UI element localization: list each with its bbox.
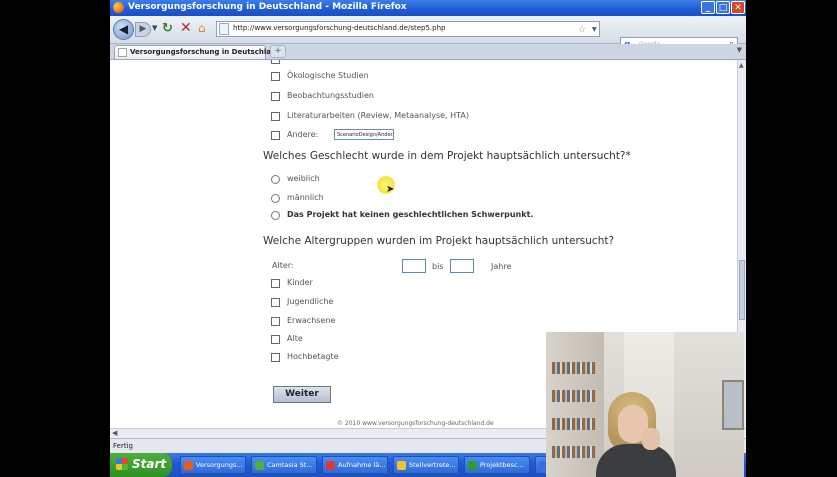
windows-flag-icon [116, 458, 128, 470]
age-bis-label: bis [432, 262, 444, 271]
back-button[interactable]: ◀ [113, 19, 134, 40]
window-title: Versorgungsforschung in Deutschland - Mo… [128, 2, 407, 12]
checkbox-label: Andere: [287, 130, 319, 139]
firefox-icon [113, 2, 124, 13]
person-hand [642, 428, 660, 450]
taskbar-item-label: Projektbesc... [480, 461, 524, 469]
taskbar-item-camtasia[interactable]: Camtasia St... [251, 456, 317, 474]
address-url: http://www.versorgungsforschung-deutschl… [233, 24, 446, 32]
taskbar-item-label: Stellvertrete... [409, 461, 456, 469]
tab-versorgungsforschung[interactable]: Versorgungsforschung in Deutschland [114, 45, 281, 59]
checkbox-beobachtungsstudien[interactable] [271, 92, 280, 101]
home-icon[interactable]: ⌂ [198, 21, 206, 35]
scroll-thumb[interactable] [739, 260, 745, 320]
radio-maennlich[interactable] [271, 194, 280, 203]
scroll-up-icon[interactable]: ▲ [739, 62, 744, 69]
scroll-left-icon[interactable]: ◀ [112, 429, 117, 437]
radio-label: männlich [287, 193, 324, 202]
maximize-button[interactable]: □ [716, 1, 730, 14]
checkbox-label: Alte [287, 334, 303, 343]
mouse-cursor-icon: ➤ [386, 184, 395, 195]
shelf-books [552, 446, 596, 458]
stop-icon[interactable]: ✕ [180, 20, 192, 36]
status-text: Fertig [113, 442, 133, 450]
checkbox-oekologische-studien[interactable] [271, 72, 280, 81]
radio-weiblich[interactable] [271, 175, 280, 184]
url-dropdown-icon[interactable]: ▼ [592, 26, 597, 33]
age-from-input[interactable] [402, 259, 426, 273]
checkbox-label: Jugendliche [287, 297, 334, 306]
start-label: Start [132, 457, 167, 471]
record-icon [326, 461, 335, 470]
shelf-books [552, 418, 596, 430]
tab-strip: Versorgungsforschung in Deutschland + ▼ [110, 44, 746, 60]
tab-list-icon[interactable]: ▼ [737, 46, 742, 54]
radio-label: weiblich [287, 174, 320, 183]
shelf-books [552, 390, 596, 402]
folder-icon [397, 461, 406, 470]
start-button[interactable]: Start [110, 453, 172, 477]
checkbox-label: Hochbetagte [287, 352, 339, 361]
checkbox-andere[interactable] [271, 131, 280, 140]
document-icon [468, 461, 477, 470]
gender-question: Welches Geschlecht wurde in dem Projekt … [263, 150, 631, 162]
forward-button[interactable]: ▶ [135, 22, 151, 37]
history-dropdown-icon[interactable]: ▼ [152, 24, 157, 32]
minimize-button[interactable]: _ [701, 1, 715, 14]
taskbar-item-versorgungs[interactable]: Versorgungs... [180, 456, 246, 474]
checkbox-label: Erwachsene [287, 316, 336, 325]
webcam-overlay [546, 332, 744, 477]
age-to-input[interactable] [450, 259, 474, 273]
checkbox[interactable] [271, 60, 280, 64]
checkbox-label: Beobachtungsstudien [287, 91, 374, 100]
tab-title: Versorgungsforschung in Deutschland [130, 48, 281, 56]
new-tab-button[interactable]: + [270, 45, 286, 58]
bookmark-star-icon[interactable]: ☆ [578, 25, 586, 35]
checkbox-label: Kinder [287, 278, 313, 287]
age-unit-label: Jahre [491, 262, 512, 271]
checkbox-label: Literaturarbeiten (Review, Metaanalyse, … [287, 111, 470, 120]
weiter-button[interactable]: Weiter [273, 386, 331, 403]
radio-kein-schwerpunkt[interactable] [271, 211, 280, 220]
taskbar-item-label: Versorgungs... [196, 461, 243, 469]
taskbar-item-aufnahme[interactable]: Aufnahme lä... [322, 456, 388, 474]
taskbar-item-projektbesc[interactable]: Projektbesc... [464, 456, 530, 474]
taskbar-item-stellvertrete[interactable]: Stellvertrete... [393, 456, 459, 474]
checkbox-erwachsene[interactable] [271, 317, 280, 326]
tab-page-icon [118, 48, 127, 57]
radio-label: Das Projekt hat keinen geschlechtlichen … [287, 210, 534, 219]
address-bar[interactable]: http://www.versorgungsforschung-deutschl… [216, 21, 600, 37]
navigation-toolbar: ◀ ▶ ▼ ↻ ✕ ⌂ http://www.versorgungsforsch… [110, 16, 746, 53]
reload-icon[interactable]: ↻ [162, 21, 173, 36]
taskbar-item-label: Aufnahme lä... [338, 461, 386, 469]
page-icon [219, 23, 229, 35]
page-footer: © 2010 www.versorgungsforschung-deutschl… [337, 420, 494, 427]
taskbar-item-label: Camtasia St... [267, 461, 313, 469]
checkbox-label: Ökologische Studien [287, 71, 369, 80]
firefox-icon [184, 461, 193, 470]
bookshelf [546, 332, 604, 477]
checkbox-alte[interactable] [271, 335, 280, 344]
age-question: Welche Altergruppen wurden im Projekt ha… [263, 235, 615, 247]
window-titlebar: Versorgungsforschung in Deutschland - Mo… [110, 0, 746, 16]
picture-frame [722, 380, 744, 430]
checkbox-jugendliche[interactable] [271, 298, 280, 307]
andere-input[interactable]: ScenarioDesign/Ander [334, 129, 394, 140]
shelf-books [552, 362, 596, 374]
age-label: Alter: [272, 261, 294, 270]
camtasia-icon [255, 461, 264, 470]
checkbox-kinder[interactable] [271, 279, 280, 288]
checkbox-literaturarbeiten[interactable] [271, 112, 280, 121]
checkbox-hochbetagte[interactable] [271, 353, 280, 362]
close-button[interactable]: ✕ [731, 1, 745, 14]
